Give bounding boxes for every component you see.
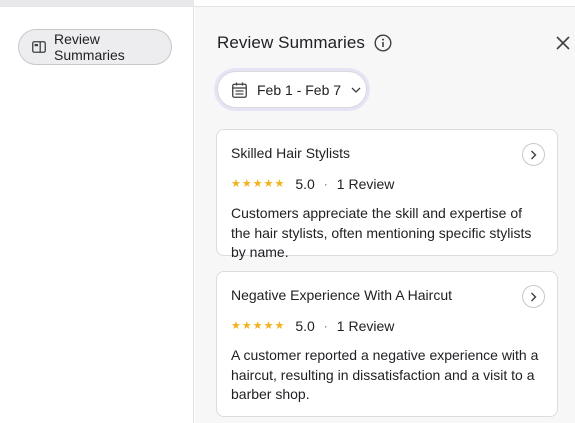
info-icon[interactable] — [374, 34, 392, 52]
open-card-button[interactable] — [522, 285, 545, 308]
panel-header: Review Summaries — [217, 33, 392, 53]
calendar-icon — [232, 82, 247, 98]
open-card-button[interactable] — [522, 143, 545, 166]
star-rating-icon: ★★★★★ — [231, 320, 286, 332]
chevron-right-icon — [531, 150, 537, 159]
rating-value: 5.0 — [295, 317, 315, 334]
card-title: Negative Experience With A Haircut — [231, 287, 452, 303]
left-top-strip — [0, 0, 194, 7]
left-pane: Review Summaries — [0, 7, 194, 423]
star-rating-icon: ★★★★★ — [231, 178, 286, 190]
separator-dot: · — [323, 318, 328, 333]
rating-row: ★★★★★ 5.0 · 1 Review — [231, 175, 543, 192]
summary-card[interactable]: Negative Experience With A Haircut ★★★★★… — [216, 271, 558, 417]
card-title: Skilled Hair Stylists — [231, 145, 351, 161]
rating-row: ★★★★★ 5.0 · 1 Review — [231, 317, 543, 334]
separator-dot: · — [323, 176, 328, 191]
card-description: Customers appreciate the skill and exper… — [231, 205, 532, 260]
card-description: A customer reported a negative experienc… — [231, 347, 539, 402]
review-count: 1 Review — [336, 317, 395, 334]
review-summaries-chip-label: Review Summaries — [54, 31, 125, 63]
chevron-right-icon — [531, 292, 537, 301]
side-panel-icon — [32, 41, 46, 53]
review-summaries-chip[interactable]: Review Summaries — [18, 29, 172, 65]
close-icon[interactable] — [554, 34, 572, 52]
summary-card[interactable]: Skilled Hair Stylists ★★★★★ 5.0 · 1 Revi… — [216, 129, 558, 260]
review-summaries-panel: Review Summaries Feb 1 - Feb 7 Skilled H… — [195, 7, 575, 423]
chevron-down-icon — [351, 87, 361, 93]
panel-title: Review Summaries — [217, 33, 366, 52]
review-count: 1 Review — [336, 175, 395, 192]
date-range-selector[interactable]: Feb 1 - Feb 7 — [217, 71, 367, 108]
rating-value: 5.0 — [295, 175, 315, 192]
date-range-label: Feb 1 - Feb 7 — [257, 81, 342, 98]
